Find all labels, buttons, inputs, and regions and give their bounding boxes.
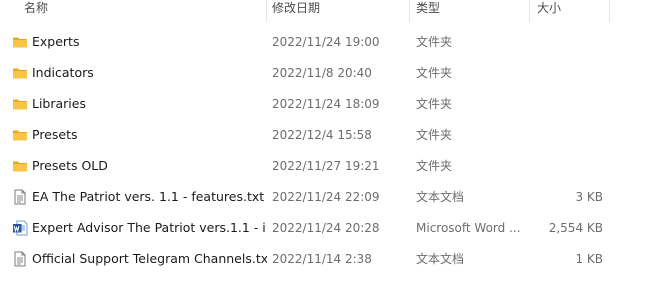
word-document-icon <box>13 220 28 235</box>
file-date: 2022/11/27 19:21 <box>272 158 380 173</box>
folder-icon <box>13 99 27 109</box>
folder-icon <box>13 161 27 171</box>
file-name-cell: Expert Advisor The Patriot vers.1.1 - i.… <box>0 220 267 236</box>
file-row[interactable]: Presets OLD 2022/11/27 19:21 文件夹 <box>0 150 670 181</box>
column-header-type[interactable]: 类型 <box>410 0 530 22</box>
file-type: 文件夹 <box>416 128 453 142</box>
column-header: 名称 修改日期 类型 大小 <box>0 0 670 22</box>
file-explorer-list: 名称 修改日期 类型 大小 Experts 2022/11/24 19:00 文… <box>0 0 670 299</box>
folder-icon <box>13 37 27 47</box>
file-name-cell: EA The Patriot vers. 1.1 - features.txt <box>0 189 267 205</box>
file-name-cell: Official Support Telegram Channels.txt <box>0 251 267 267</box>
file-row[interactable]: Experts 2022/11/24 19:00 文件夹 <box>0 26 670 57</box>
file-type: 文件夹 <box>416 159 453 173</box>
file-date: 2022/11/8 20:40 <box>272 65 372 80</box>
file-size: 3 KB <box>575 189 603 204</box>
file-name-cell: Presets <box>0 127 267 143</box>
file-name-cell: Presets OLD <box>0 158 267 174</box>
folder-icon <box>13 130 27 140</box>
file-list: Experts 2022/11/24 19:00 文件夹 Indicators … <box>0 26 670 274</box>
file-row[interactable]: Presets 2022/12/4 15:58 文件夹 <box>0 119 670 150</box>
file-size: 1 KB <box>575 251 603 266</box>
text-file-icon <box>14 189 26 204</box>
file-date: 2022/11/24 22:09 <box>272 189 380 204</box>
file-name: Expert Advisor The Patriot vers.1.1 - i.… <box>32 220 267 235</box>
file-date: 2022/12/4 15:58 <box>272 127 372 142</box>
file-row[interactable]: EA The Patriot vers. 1.1 - features.txt … <box>0 181 670 212</box>
file-type: Microsoft Word ... <box>416 220 521 235</box>
file-row[interactable]: Expert Advisor The Patriot vers.1.1 - i.… <box>0 212 670 243</box>
file-name: Libraries <box>32 96 86 111</box>
file-date: 2022/11/24 18:09 <box>272 96 380 111</box>
file-name: Presets <box>32 127 78 142</box>
file-name: Official Support Telegram Channels.txt <box>32 251 267 266</box>
file-type: 文件夹 <box>416 97 453 111</box>
file-size: 2,554 KB <box>548 220 603 235</box>
file-name-cell: Indicators <box>0 65 267 81</box>
file-type: 文本文档 <box>416 190 465 204</box>
column-header-size[interactable]: 大小 <box>530 0 610 22</box>
column-header-name[interactable]: 名称 <box>0 0 267 22</box>
file-date: 2022/11/24 20:28 <box>272 220 380 235</box>
file-type: 文本文档 <box>416 252 465 266</box>
file-type: 文件夹 <box>416 35 453 49</box>
file-name: Presets OLD <box>32 158 108 173</box>
file-name-cell: Experts <box>0 34 267 50</box>
file-row[interactable]: Indicators 2022/11/8 20:40 文件夹 <box>0 57 670 88</box>
file-name: Experts <box>32 34 80 49</box>
file-name-cell: Libraries <box>0 96 267 112</box>
folder-icon <box>13 68 27 78</box>
file-type: 文件夹 <box>416 66 453 80</box>
file-row[interactable]: Official Support Telegram Channels.txt 2… <box>0 243 670 274</box>
file-date: 2022/11/14 2:38 <box>272 251 372 266</box>
file-row[interactable]: Libraries 2022/11/24 18:09 文件夹 <box>0 88 670 119</box>
column-header-date-modified[interactable]: 修改日期 <box>267 0 410 22</box>
file-date: 2022/11/24 19:00 <box>272 34 380 49</box>
text-file-icon <box>14 251 26 266</box>
file-name: Indicators <box>32 65 94 80</box>
file-name: EA The Patriot vers. 1.1 - features.txt <box>32 189 265 204</box>
